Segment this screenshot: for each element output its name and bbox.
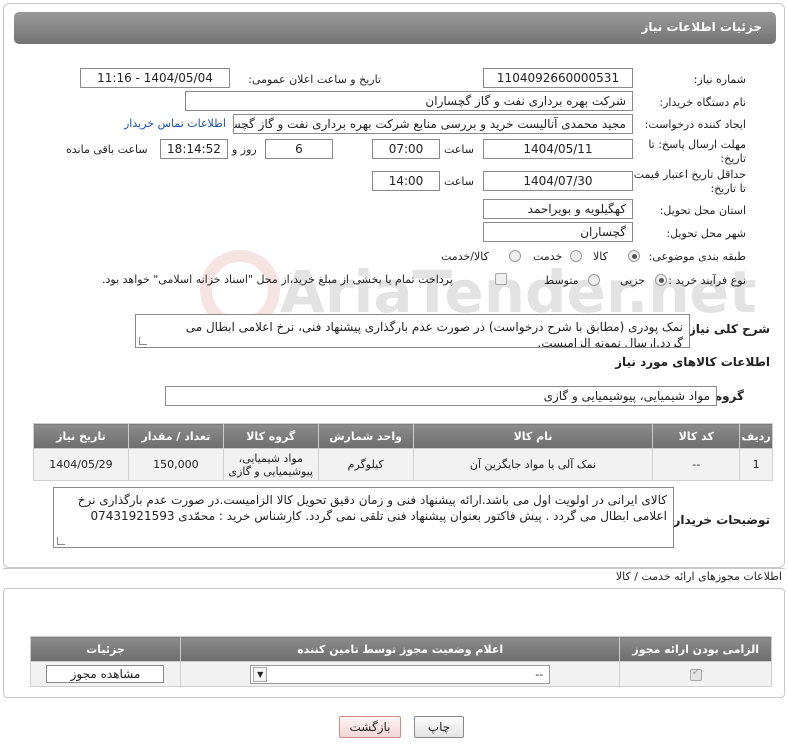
purchase-option-medium: متوسط xyxy=(544,274,579,287)
purchase-radio-medium[interactable] xyxy=(588,274,600,286)
view-permit-button[interactable]: مشاهده مجوز xyxy=(46,665,165,683)
permits-section-title: اطلاعات مجوزهای ارائه خدمت / کالا xyxy=(615,570,782,583)
cell-name: نمک آلی یا مواد جایگزین آن xyxy=(412,448,654,481)
days-field: 6 xyxy=(265,139,333,159)
col-permit-required: الزامی بودن ارائه مجوز xyxy=(619,636,772,662)
cell-qty: 150,000 xyxy=(127,448,224,481)
permit-status-select[interactable]: -- ▼ xyxy=(250,664,551,684)
goods-table-wrap: ردیف کد کالا نام کالا واحد شمارش گروه کا… xyxy=(33,423,773,481)
permits-divider xyxy=(3,568,785,569)
permits-table: الزامی بودن ارائه مجوز اعلام وضعیت مجوز … xyxy=(30,636,772,687)
back-button[interactable]: بازگشت xyxy=(339,716,401,738)
table-row: ✓ -- ▼ مشاهده مجوز xyxy=(30,661,772,687)
validity-label-1: حداقل تاریخ اعتبار قیمت: xyxy=(630,168,746,181)
deadline-label-1: مهلت ارسال پاسخ: تا xyxy=(648,138,746,151)
cell-group-line2: پیوشیمیایی و گازی xyxy=(228,464,314,478)
cell-permit-required: ✓ xyxy=(619,661,772,687)
description-text: نمک پودری (مطابق با شرح درخواست) در صورت… xyxy=(185,320,683,348)
description-textarea[interactable]: نمک پودری (مطابق با شرح درخواست) در صورت… xyxy=(135,314,690,348)
announce-field: 1404/05/04 - 11:16 xyxy=(80,68,230,88)
goods-group-field: مواد شیمیایی، پیوشیمیایی و گازی xyxy=(165,386,717,406)
category-radio-goods[interactable] xyxy=(628,250,640,262)
days-label: روز و xyxy=(232,143,257,156)
buyer-org-field: شرکت بهره برداری نفت و گاز گچساران xyxy=(185,91,633,111)
category-radio-service[interactable] xyxy=(570,250,582,262)
permits-table-wrap: الزامی بودن ارائه مجوز اعلام وضعیت مجوز … xyxy=(30,636,772,687)
check-mark-icon: ✓ xyxy=(691,666,701,678)
col-code: کد کالا xyxy=(652,423,741,449)
validity-time-field: 14:00 xyxy=(372,171,440,191)
buyer-notes-textarea[interactable]: کالای ایرانی در اولویت اول می باشد.ارائه… xyxy=(53,487,674,548)
remaining-time-field: 18:14:52 xyxy=(160,139,228,159)
deadline-date-field: 1404/05/11 xyxy=(483,139,633,159)
category-option-service: خدمت xyxy=(533,250,563,263)
city-label: شهر محل تحویل: xyxy=(666,227,746,240)
treasury-checkbox[interactable] xyxy=(495,273,507,285)
print-button[interactable]: چاپ xyxy=(414,716,464,738)
cell-row: 1 xyxy=(739,448,773,481)
requester-field: مجید محمدی آنالیست خرید و بررسی منابع شر… xyxy=(233,114,633,134)
page-title: جزئیات اطلاعات نیاز xyxy=(641,20,762,34)
remaining-label: ساعت باقی مانده xyxy=(66,143,148,156)
cell-date: 1404/05/29 xyxy=(33,448,129,481)
purchase-type-label: نوع فرآیند خرید : xyxy=(668,274,746,287)
permit-required-checkbox: ✓ xyxy=(689,666,702,681)
cell-unit: کیلوگرم xyxy=(317,448,414,481)
cell-group-line1: مواد شیمیایی، xyxy=(238,451,303,465)
col-permit-status: اعلام وضعیت مجوز توسط تامین کننده xyxy=(179,636,621,662)
cell-group: مواد شیمیایی، پیوشیمیایی و گازی xyxy=(222,448,319,481)
province-label: استان محل تحویل: xyxy=(659,204,746,217)
validity-time-label: ساعت xyxy=(444,175,474,188)
col-group: گروه کالا xyxy=(222,423,319,449)
chevron-down-icon[interactable]: ▼ xyxy=(253,666,268,682)
buyer-notes-text: کالای ایرانی در اولویت اول می باشد.ارائه… xyxy=(77,493,667,523)
buyer-org-label: نام دستگاه خریدار: xyxy=(659,96,746,109)
requester-label: ایجاد کننده درخواست: xyxy=(644,118,746,131)
deadline-label-2: تاریخ: xyxy=(720,152,746,165)
panel-header: جزئیات اطلاعات نیاز xyxy=(14,12,776,44)
purchase-radio-small[interactable] xyxy=(655,274,667,286)
description-label: شرح کلی نیاز: xyxy=(684,322,770,336)
col-qty: تعداد / مقدار xyxy=(127,423,224,449)
need-number-field: 1104092660000531 xyxy=(483,68,633,88)
validity-label-2: تا تاریخ: xyxy=(710,182,746,195)
cell-code: -- xyxy=(652,448,741,481)
deadline-time-field: 07:00 xyxy=(372,139,440,159)
purchase-note: پرداخت تمام یا بخشی از مبلغ خرید،از محل … xyxy=(102,273,453,286)
table-row: 1 -- نمک آلی یا مواد جایگزین آن کیلوگرم … xyxy=(33,448,773,481)
deadline-time-label: ساعت xyxy=(444,143,474,156)
category-label: طبقه بندی موضوعی: xyxy=(648,250,746,263)
permit-status-value: -- xyxy=(535,667,544,681)
cell-permit-details: مشاهده مجوز xyxy=(30,661,181,687)
contact-buyer-link[interactable]: اطلاعات تماس خریدار xyxy=(124,117,226,130)
purchase-option-small: جزیی xyxy=(620,274,646,287)
buyer-notes-label: توضیحات خریدار: xyxy=(668,513,770,527)
col-name: نام کالا xyxy=(412,423,654,449)
province-field: کهگیلویه و بویراحمد xyxy=(483,199,633,219)
category-radio-goods-service[interactable] xyxy=(509,250,521,262)
resize-grip-icon[interactable] xyxy=(57,537,65,545)
col-date: تاریخ نیاز xyxy=(33,423,129,449)
announce-label: تاریخ و ساعت اعلان عمومی: xyxy=(248,73,381,86)
city-field: گچساران xyxy=(483,222,633,242)
validity-date-field: 1404/07/30 xyxy=(483,171,633,191)
goods-table: ردیف کد کالا نام کالا واحد شمارش گروه کا… xyxy=(33,423,773,481)
col-unit: واحد شمارش xyxy=(317,423,414,449)
category-option-goods: کالا xyxy=(593,250,608,263)
cell-permit-status: -- ▼ xyxy=(179,661,621,687)
col-permit-details: جزئیات xyxy=(30,636,181,662)
col-row: ردیف xyxy=(739,423,773,449)
category-option-goods-service: کالا/خدمت xyxy=(441,250,489,263)
need-number-label: شماره نیاز: xyxy=(693,73,746,86)
goods-section-title: اطلاعات کالاهای مورد نیاز xyxy=(615,355,770,369)
resize-grip-icon[interactable] xyxy=(139,337,147,345)
